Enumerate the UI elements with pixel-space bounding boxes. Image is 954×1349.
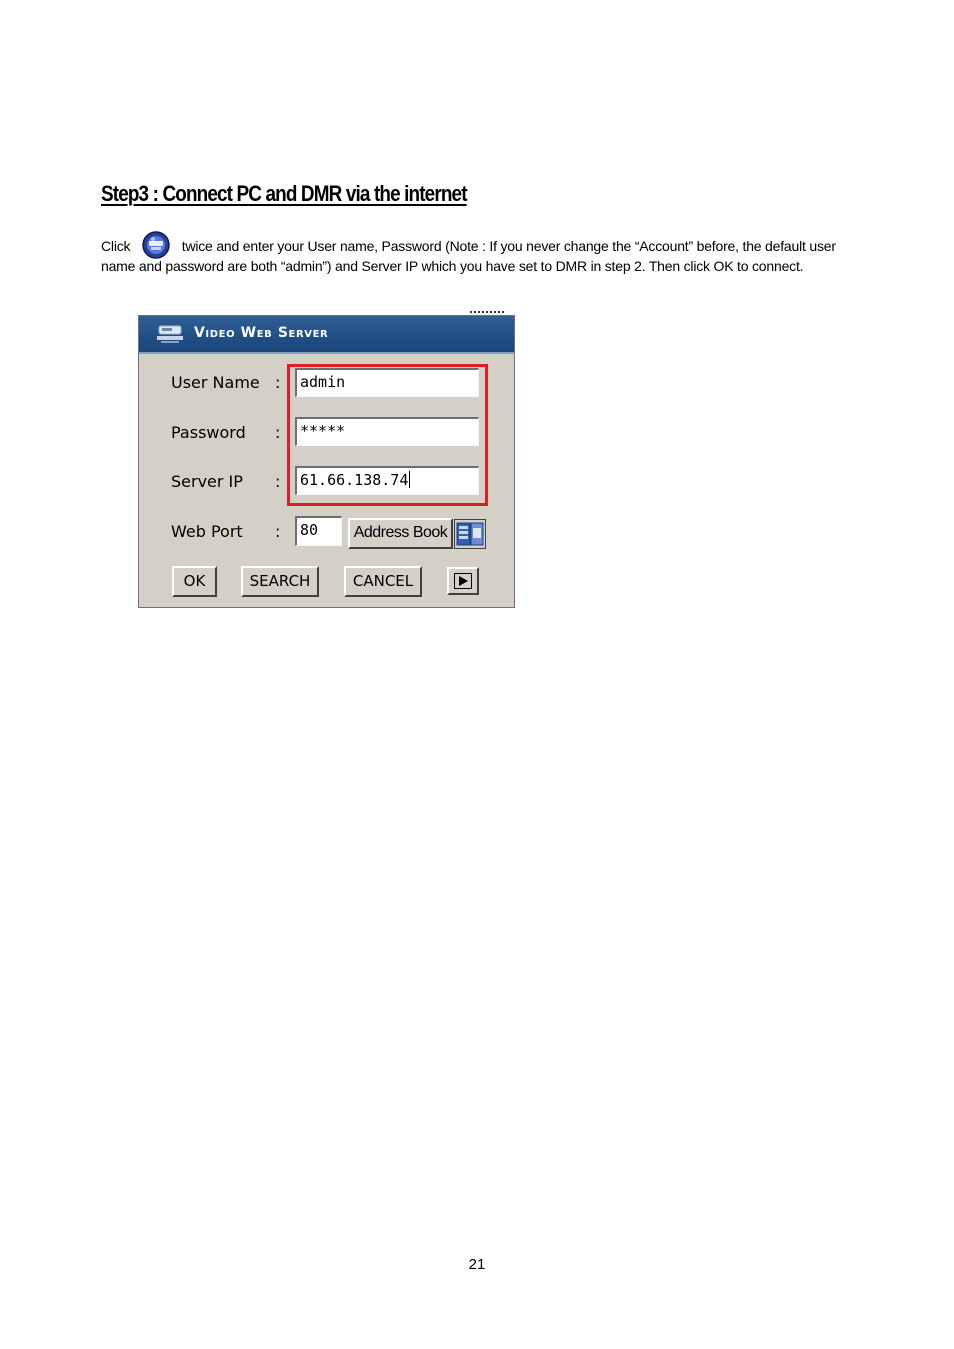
user-name-colon: : xyxy=(275,373,281,392)
highlight-box xyxy=(287,364,488,506)
step-heading: Step3 : Connect PC and DMR via the inter… xyxy=(101,181,468,206)
ok-button[interactable]: OK xyxy=(172,566,217,597)
page-number: 21 xyxy=(468,1256,486,1273)
play-arrow-icon xyxy=(454,573,472,589)
instruction-click-text: Click xyxy=(101,238,131,254)
server-ip-label: Server IP xyxy=(171,472,243,491)
dialog-title: Video Web Server xyxy=(194,325,329,341)
password-colon: : xyxy=(275,423,281,442)
user-name-label: User Name xyxy=(171,373,260,392)
server-icon xyxy=(157,324,185,349)
web-port-colon: : xyxy=(275,522,281,541)
cancel-button[interactable]: CANCEL xyxy=(344,566,422,597)
video-web-server-dialog: Video Web Server User Name : admin Passw… xyxy=(138,315,515,608)
instruction-paragraph: Click twice and enter your User name, Pa… xyxy=(101,231,841,276)
instruction-text-line2: name and password are both “admin”) and … xyxy=(101,258,804,274)
password-label: Password xyxy=(171,423,246,442)
search-button[interactable]: SEARCH xyxy=(241,566,319,597)
web-port-input[interactable]: 80 xyxy=(295,516,342,546)
next-button[interactable] xyxy=(447,567,479,595)
server-ip-colon: : xyxy=(275,472,281,491)
instruction-text-line1: twice and enter your User name, Password… xyxy=(181,238,836,254)
dialog-title-bar[interactable]: Video Web Server xyxy=(139,316,514,354)
address-book-button[interactable]: Address Book xyxy=(348,518,453,549)
web-port-label: Web Port xyxy=(171,522,243,541)
address-book-icon[interactable] xyxy=(454,519,486,554)
